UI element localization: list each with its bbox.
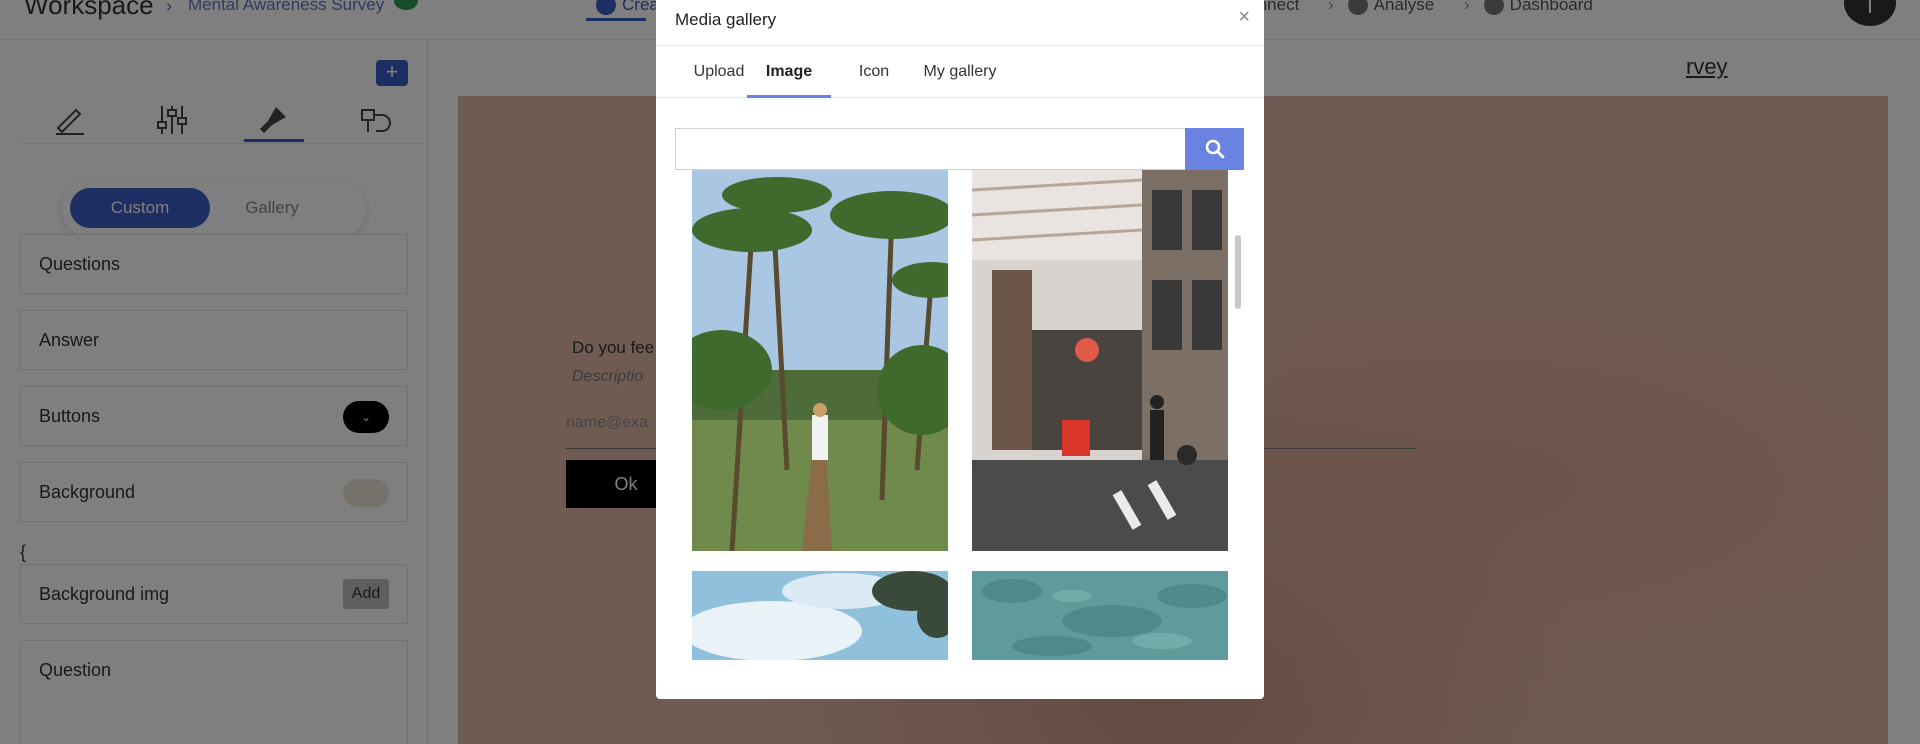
media-gallery-modal: Media gallery × Upload Image Icon My gal… (656, 0, 1264, 699)
search-button[interactable] (1185, 128, 1244, 170)
sky-image (692, 571, 948, 660)
modal-header: Media gallery × (656, 0, 1264, 46)
image-thumbnail-palm-trees[interactable] (692, 170, 948, 551)
gallery-scrollbar[interactable] (1235, 235, 1241, 309)
close-icon[interactable]: × (1238, 6, 1250, 29)
image-thumbnail-shopping-street[interactable] (972, 170, 1228, 551)
tab-image[interactable]: Image (747, 46, 831, 98)
search-icon (1205, 139, 1224, 159)
media-tabs: Upload Image Icon My gallery (656, 46, 1264, 98)
image-grid (656, 170, 1264, 660)
tab-icon[interactable]: Icon (844, 46, 904, 98)
tab-my-gallery[interactable]: My gallery (910, 46, 1010, 98)
palm-trees-image (692, 170, 948, 551)
search-bar (675, 128, 1244, 170)
modal-title: Media gallery (675, 10, 777, 29)
image-thumbnail-water[interactable] (972, 571, 1228, 660)
shopping-street-image (972, 170, 1228, 551)
image-thumbnail-sky[interactable] (692, 571, 948, 660)
water-texture-image (972, 571, 1228, 660)
search-input[interactable] (675, 128, 1186, 170)
